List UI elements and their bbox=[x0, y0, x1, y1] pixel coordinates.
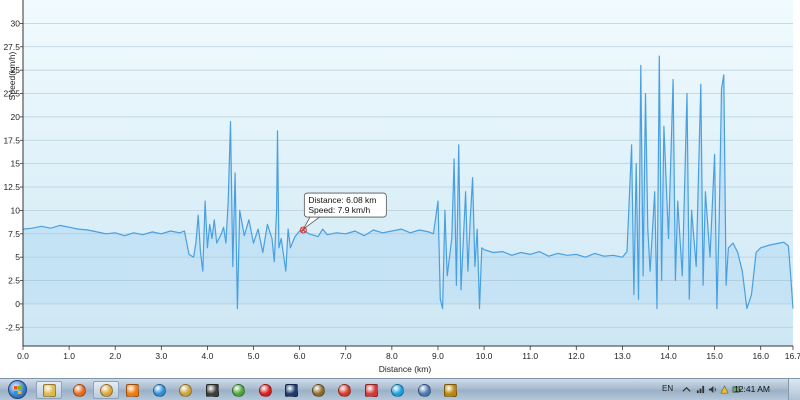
y-tick-label: 15 bbox=[11, 159, 21, 169]
taskbar-button-photoshop[interactable] bbox=[279, 381, 305, 399]
taskbar-button-file-manager[interactable] bbox=[93, 381, 119, 399]
x-tick-label: 14.0 bbox=[660, 351, 677, 361]
window-icon bbox=[417, 383, 431, 397]
x-tick-label: 1.0 bbox=[63, 351, 75, 361]
x-axis-title: Distance (km) bbox=[379, 364, 432, 374]
start-button[interactable] bbox=[2, 379, 32, 400]
x-tick-label: 8.0 bbox=[386, 351, 398, 361]
tool-icon bbox=[179, 383, 192, 397]
windows-logo-icon bbox=[7, 380, 27, 399]
x-tick-label: 5.0 bbox=[248, 351, 260, 361]
tooltip-speed: Speed: 7.9 km/h bbox=[308, 205, 370, 215]
y-tick-label: 10 bbox=[11, 205, 21, 215]
speed-chart: -2.5 0 2.5 5 7.5 10 12.5 15 17.5 20 22.5 25 27.5 30 0… bbox=[0, 0, 800, 378]
x-tick-label: 6.0 bbox=[294, 351, 306, 361]
taskbar-button-record[interactable] bbox=[332, 381, 358, 399]
leaf-app-icon bbox=[232, 383, 245, 397]
chart-svg: -2.502.557.51012.51517.52022.52527.530 0… bbox=[3, 0, 800, 374]
file-manager-icon bbox=[99, 383, 113, 397]
x-tick-label: 0.0 bbox=[17, 351, 29, 361]
volume-icon[interactable] bbox=[708, 385, 717, 394]
x-tick-label: 3.0 bbox=[155, 351, 167, 361]
ie-icon bbox=[152, 383, 166, 397]
system-tray: EN 12:41 AM bbox=[650, 379, 800, 400]
network-icon[interactable] bbox=[696, 385, 705, 394]
monitor-icon bbox=[205, 383, 219, 397]
y-tick-label: 0 bbox=[15, 299, 20, 309]
show-desktop-button[interactable] bbox=[788, 379, 800, 400]
skype-icon bbox=[391, 383, 404, 397]
x-tick-label: 4.0 bbox=[202, 351, 214, 361]
y-tick-label: 7.5 bbox=[8, 229, 20, 239]
pdf-icon bbox=[258, 383, 272, 397]
taskbar-button-leaf-app[interactable] bbox=[226, 381, 252, 399]
taskbar-button-firefox[interactable] bbox=[67, 381, 93, 399]
x-axis-ticks: 0.0 1.0 2.0 3.0 4.0 5.0 6.0 7.0 8.0 9.0 10.0 11.0 12… bbox=[17, 346, 800, 361]
paint-icon bbox=[364, 383, 378, 397]
clock[interactable]: 12:41 AM bbox=[734, 384, 770, 394]
firefox-icon bbox=[73, 383, 86, 397]
y-tick-label: 30 bbox=[11, 18, 21, 28]
game-icon bbox=[444, 383, 457, 397]
x-tick-label: 16.7 bbox=[785, 351, 800, 361]
taskbar-button-window[interactable] bbox=[411, 381, 437, 399]
record-icon bbox=[338, 383, 351, 397]
taskbar-button-pdf[interactable] bbox=[252, 381, 278, 399]
y-tick-label: 2.5 bbox=[8, 276, 20, 286]
y-tick-label: 12.5 bbox=[3, 182, 20, 192]
arrow-up-icon[interactable] bbox=[682, 385, 691, 394]
y-tick-label: 5 bbox=[15, 252, 20, 262]
taskbar-button-tool[interactable] bbox=[173, 381, 199, 399]
taskbar-button-monitor[interactable] bbox=[199, 381, 225, 399]
usb-icon bbox=[311, 383, 325, 397]
x-tick-label: 15.0 bbox=[706, 351, 723, 361]
taskbar: EN 12:41 AM bbox=[0, 378, 800, 400]
y-tick-label: -2.5 bbox=[5, 322, 20, 332]
y-axis-title: Speed(km/h) bbox=[7, 52, 17, 101]
taskbar-button-paint[interactable] bbox=[358, 381, 384, 399]
y-tick-label: 17.5 bbox=[3, 135, 20, 145]
action-center-icon[interactable] bbox=[720, 385, 729, 394]
y-tick-label: 27.5 bbox=[3, 42, 20, 52]
taskbar-button-skype[interactable] bbox=[385, 381, 411, 399]
x-tick-label: 9.0 bbox=[432, 351, 444, 361]
taskbar-button-game[interactable] bbox=[438, 381, 464, 399]
photoshop-icon bbox=[285, 383, 298, 397]
x-tick-label: 12.0 bbox=[568, 351, 585, 361]
windows-explorer-icon bbox=[42, 383, 56, 397]
x-tick-label: 10.0 bbox=[476, 351, 493, 361]
media-player-icon bbox=[126, 383, 139, 397]
taskbar-button-usb[interactable] bbox=[305, 381, 331, 399]
x-tick-label: 2.0 bbox=[109, 351, 121, 361]
x-tick-label: 16.0 bbox=[752, 351, 769, 361]
tooltip-distance: Distance: 6.08 km bbox=[308, 195, 376, 205]
language-indicator[interactable]: EN bbox=[662, 384, 673, 393]
taskbar-button-windows-explorer[interactable] bbox=[36, 381, 62, 399]
taskbar-button-media-player[interactable] bbox=[120, 381, 146, 399]
x-tick-label: 13.0 bbox=[614, 351, 631, 361]
taskbar-button-ie[interactable] bbox=[146, 381, 172, 399]
y-tick-label: 20 bbox=[11, 112, 21, 122]
x-tick-label: 7.0 bbox=[340, 351, 352, 361]
x-tick-label: 11.0 bbox=[522, 351, 538, 361]
